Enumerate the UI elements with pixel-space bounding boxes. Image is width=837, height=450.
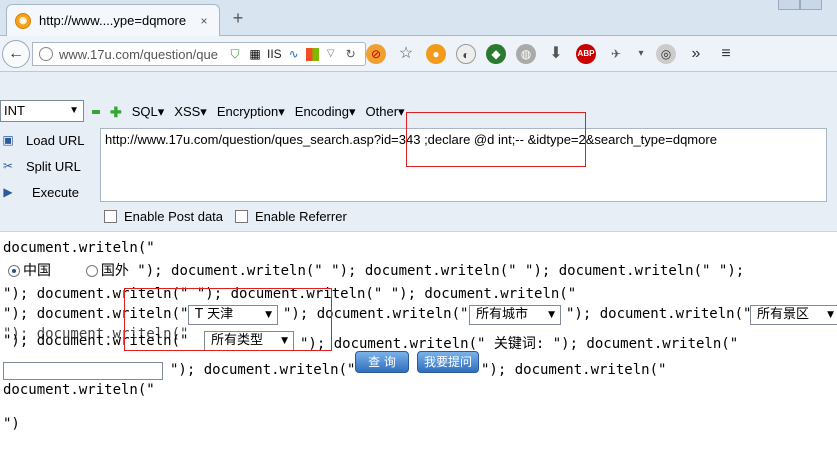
code-line-6a: "); document.writeln("	[170, 362, 356, 378]
code-line-7: document.writeln("	[3, 382, 155, 398]
plus-icon[interactable]: ✚	[110, 105, 122, 119]
enable-post-label: Enable Post data	[124, 209, 224, 224]
enable-referrer-label: Enable Referrer	[255, 209, 347, 224]
toolbar-icons: ⊘ ☆ ● ◐ ◆ ◍ ⬇ ABP ✈ ▾ ◎ » ≡	[366, 44, 736, 64]
code-line-6b: "); document.writeln("	[481, 362, 667, 378]
code-line-2-rest: "); document.writeln(" "); document.writ…	[128, 263, 745, 279]
globe-icon	[39, 47, 53, 61]
all-scenic-value: 所有景区	[757, 307, 810, 322]
menu-xss[interactable]: XSS▾	[174, 104, 207, 120]
code-line-2: 中国 国外 "); document.writeln(" "); documen…	[8, 260, 744, 280]
radio-china-label: 中国	[23, 263, 51, 279]
all-scenic-select[interactable]: 所有景区 ▼	[750, 305, 837, 325]
hackbar-menu: ✚ SQL▾ XSS▾ Encryption▾ Encoding▾ Other▾	[92, 104, 405, 120]
load-icon: ▣	[2, 133, 14, 147]
green-shield-icon[interactable]: ◆	[486, 44, 506, 64]
scissors-icon: ✂	[2, 159, 14, 173]
enable-referrer-checkbox[interactable]: Enable Referrer	[235, 209, 347, 224]
menu-encoding[interactable]: Encoding▾	[295, 104, 356, 120]
bookmark-star-icon[interactable]: ☆	[396, 44, 416, 64]
checkbox-icon	[235, 210, 248, 223]
type-select[interactable]: INT ▼	[0, 100, 84, 122]
menu-icon[interactable]: ≡	[716, 44, 736, 64]
sphere-icon[interactable]: ◎	[656, 44, 676, 64]
highlight-box	[406, 112, 586, 167]
keyword-input[interactable]	[3, 362, 163, 380]
minus-icon[interactable]	[92, 110, 100, 114]
palette-icon[interactable]: ◐	[456, 44, 476, 64]
wave-icon: ∿	[288, 47, 299, 61]
new-tab-button[interactable]: +	[228, 9, 248, 27]
split-url-button[interactable]: ✂ Split URL	[0, 158, 81, 174]
execute-button[interactable]: ▶ Execute	[0, 184, 79, 200]
search-button[interactable]: 查 询	[355, 351, 409, 373]
radio-foreign[interactable]	[85, 265, 98, 277]
menu-encryption[interactable]: Encryption▾	[217, 104, 285, 120]
minimize-button[interactable]	[778, 0, 800, 10]
qr-code-icon[interactable]: ▦	[247, 46, 263, 62]
execute-label: Execute	[32, 184, 79, 200]
radio-foreign-label: 国外	[100, 263, 129, 279]
download-icon[interactable]: ⬇	[546, 44, 566, 64]
split-url-label: Split URL	[26, 158, 81, 174]
enable-post-checkbox[interactable]: Enable Post data	[104, 209, 223, 224]
firefox-icon: ◉	[15, 12, 31, 29]
radio-china[interactable]	[8, 265, 20, 277]
type-select-value: INT	[4, 103, 25, 118]
address-text[interactable]: www.17u.com/question/que	[59, 47, 223, 62]
chevron-down-icon: ▼	[548, 310, 555, 320]
plane-icon[interactable]: ✈	[606, 44, 626, 64]
play-icon: ▶	[3, 185, 13, 199]
extension-icon[interactable]: ●	[426, 44, 446, 64]
code-line-5b: "); document.writeln(" 关键词: "); document…	[300, 336, 739, 352]
menu-sql[interactable]: SQL▾	[132, 104, 165, 120]
reload-icon[interactable]: ↻	[343, 46, 359, 62]
load-url-button[interactable]: ▣ Load URL	[0, 132, 85, 148]
windows-icon	[305, 47, 319, 61]
back-button[interactable]: ←	[2, 40, 30, 68]
adblock-icon[interactable]: ABP	[576, 44, 596, 64]
dropdown-icon[interactable]: ▽	[323, 46, 339, 62]
navigation-bar: ← www.17u.com/question/que ⛉ ▦ IIS ∿ ▽ ↻…	[0, 36, 837, 72]
close-icon[interactable]: ×	[197, 14, 211, 28]
browser-tab[interactable]: ◉ http://www....ype=dqmore ×	[6, 4, 220, 36]
tab-title: http://www....ype=dqmore	[39, 13, 187, 28]
code-line-4c: "); document.writeln("	[566, 306, 752, 322]
ask-question-button[interactable]: 我要提问	[417, 351, 479, 373]
shield-icon: ⛉	[230, 47, 240, 61]
chevron-down-icon[interactable]: ▾	[636, 44, 646, 64]
checkbox-icon	[104, 210, 117, 223]
iis-label: IIS	[267, 47, 282, 61]
all-cities-value: 所有城市	[476, 307, 529, 322]
maximize-button[interactable]	[800, 0, 822, 10]
code-line-8: ")	[3, 416, 20, 432]
chevron-down-icon: ▼	[827, 310, 834, 320]
load-url-label: Load URL	[26, 132, 85, 148]
tab-strip: ◉ http://www....ype=dqmore × +	[0, 0, 837, 36]
overflow-icon[interactable]: »	[686, 44, 706, 64]
highlight-box	[124, 288, 332, 351]
gray-extension-icon[interactable]: ◍	[516, 44, 536, 64]
all-cities-select[interactable]: 所有城市 ▼	[469, 305, 561, 325]
chevron-down-icon: ▼	[69, 105, 79, 116]
block-icon[interactable]: ⊘	[366, 44, 386, 64]
code-line-1: document.writeln("	[3, 240, 155, 256]
menu-other[interactable]: Other▾	[366, 104, 405, 120]
address-bar[interactable]: www.17u.com/question/que ⛉ ▦ IIS ∿ ▽ ↻	[32, 42, 366, 66]
